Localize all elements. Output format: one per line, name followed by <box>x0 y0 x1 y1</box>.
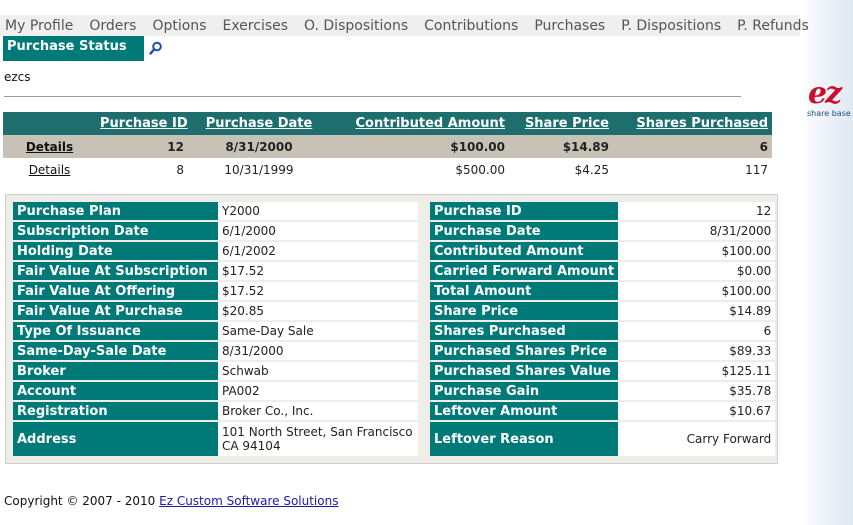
purchase-status-tab[interactable]: Purchase Status <box>3 36 144 61</box>
header-share-price[interactable]: Share Price <box>509 112 613 135</box>
field-value: $14.89 <box>618 302 776 320</box>
cell-purchase-id: 8 <box>176 162 184 177</box>
table-header-row: Purchase ID Purchase Date Contributed Am… <box>3 112 772 135</box>
purchase-detail-table: Purchase Plan Y2000 Purchase ID 12 Subscrip… <box>13 200 776 458</box>
field-label: Same-Day-Sale Date <box>13 342 218 360</box>
header-spacer <box>3 112 96 135</box>
header-shares-purchased[interactable]: Shares Purchased <box>613 112 772 135</box>
cell-contributed-amount: $500.00 <box>455 162 505 177</box>
field-value: 101 North Street, San Francisco CA 94104 <box>218 422 418 456</box>
field-value: $17.52 <box>218 282 418 300</box>
field-label: Registration <box>13 402 218 420</box>
company-link[interactable]: Ez Custom Software Solutions <box>159 494 338 508</box>
nav-p-dispositions[interactable]: P. Dispositions <box>616 18 721 34</box>
address-line-1: 101 North Street, San Francisco <box>222 425 413 439</box>
footer: Copyright © 2007 - 2010 Ez Custom Softwa… <box>4 494 338 508</box>
nav-contributions[interactable]: Contributions <box>419 18 518 34</box>
field-label: Account <box>13 382 218 400</box>
field-label: Carried Forward Amount <box>430 262 619 280</box>
field-value: $0.00 <box>618 262 776 280</box>
top-navigation: My Profile Orders Options Exercises O. D… <box>0 15 809 36</box>
field-label: Fair Value At Offering <box>13 282 218 300</box>
copyright-text: Copyright © 2007 - 2010 <box>4 494 160 508</box>
field-label: Leftover Reason <box>430 422 619 456</box>
search-icon[interactable] <box>149 40 163 55</box>
cell-share-price: $14.89 <box>509 135 613 158</box>
field-label: Purchase Date <box>430 222 619 240</box>
nav-p-refunds[interactable]: P. Refunds <box>732 18 809 34</box>
field-value: $89.33 <box>618 342 776 360</box>
purchases-table: Purchase ID Purchase Date Contributed Am… <box>3 112 772 181</box>
field-value: PA002 <box>218 382 418 400</box>
nav-exercises[interactable]: Exercises <box>217 18 288 34</box>
field-label: Purchase ID <box>430 202 619 220</box>
field-label: Subscription Date <box>13 222 218 240</box>
field-label: Share Price <box>430 302 619 320</box>
cell-purchase-id: 12 <box>96 135 188 158</box>
field-label: Fair Value At Purchase <box>13 302 218 320</box>
field-value: 6/1/2000 <box>218 222 418 240</box>
nav-options[interactable]: Options <box>147 18 206 34</box>
field-value: Same-Day Sale <box>218 322 418 340</box>
cell-shares-purchased: 117 <box>745 162 768 177</box>
field-label: Type Of Issuance <box>13 322 218 340</box>
field-value: Carry Forward <box>618 422 776 456</box>
field-label: Purchase Plan <box>13 202 218 220</box>
field-value: 12 <box>618 202 776 220</box>
field-value: $100.00 <box>618 282 776 300</box>
nav-my-profile[interactable]: My Profile <box>0 18 73 34</box>
details-link[interactable]: Details <box>29 163 71 177</box>
cell-share-price: $4.25 <box>574 162 609 177</box>
cell-purchase-date: 8/31/2000 <box>188 135 330 158</box>
nav-o-dispositions[interactable]: O. Dispositions <box>299 18 408 34</box>
field-label: Broker <box>13 362 218 380</box>
header-purchase-id[interactable]: Purchase ID <box>96 112 188 135</box>
purchase-detail-panel: Purchase Plan Y2000 Purchase ID 12 Subscrip… <box>5 194 778 464</box>
table-row: Details 8 10/31/1999 $500.00 $4.25 117 <box>3 158 772 181</box>
nav-purchases[interactable]: Purchases <box>529 18 605 34</box>
username-label: ezcs <box>4 70 31 84</box>
divider <box>4 96 741 97</box>
field-value: $100.00 <box>618 242 776 260</box>
field-label: Address <box>13 422 218 456</box>
field-label: Purchased Shares Price <box>430 342 619 360</box>
field-value: Y2000 <box>218 202 418 220</box>
field-value: $20.85 <box>218 302 418 320</box>
field-value: 8/31/2000 <box>618 222 776 240</box>
cell-contributed-amount: $100.00 <box>330 135 509 158</box>
field-label: Fair Value At Subscription <box>13 262 218 280</box>
field-label: Total Amount <box>430 282 619 300</box>
field-value: Broker Co., Inc. <box>218 402 418 420</box>
ez-share-base-logo: ez share base <box>804 76 853 122</box>
field-label: Leftover Amount <box>430 402 619 420</box>
field-label: Purchased Shares Value <box>430 362 619 380</box>
cell-purchase-date: 10/31/1999 <box>224 162 294 177</box>
field-label: Purchase Gain <box>430 382 619 400</box>
address-line-2: CA 94104 <box>222 439 281 453</box>
field-value: Schwab <box>218 362 418 380</box>
field-value: $125.11 <box>618 362 776 380</box>
header-contributed-amount[interactable]: Contributed Amount <box>330 112 509 135</box>
header-purchase-date[interactable]: Purchase Date <box>188 112 330 135</box>
field-value: 6/1/2002 <box>218 242 418 260</box>
logo-subtitle: share base <box>807 109 851 118</box>
field-label: Holding Date <box>13 242 218 260</box>
cell-shares-purchased: 6 <box>613 135 772 158</box>
field-value: $17.52 <box>218 262 418 280</box>
field-value: 6 <box>618 322 776 340</box>
field-value: 8/31/2000 <box>218 342 418 360</box>
field-value: $10.67 <box>618 402 776 420</box>
field-value: $35.78 <box>618 382 776 400</box>
table-row: Details 12 8/31/2000 $100.00 $14.89 6 <box>3 135 772 158</box>
field-label: Shares Purchased <box>430 322 619 340</box>
field-label: Contributed Amount <box>430 242 619 260</box>
nav-orders[interactable]: Orders <box>84 18 136 34</box>
logo-mark: ez <box>808 76 842 111</box>
details-link[interactable]: Details <box>26 140 73 154</box>
